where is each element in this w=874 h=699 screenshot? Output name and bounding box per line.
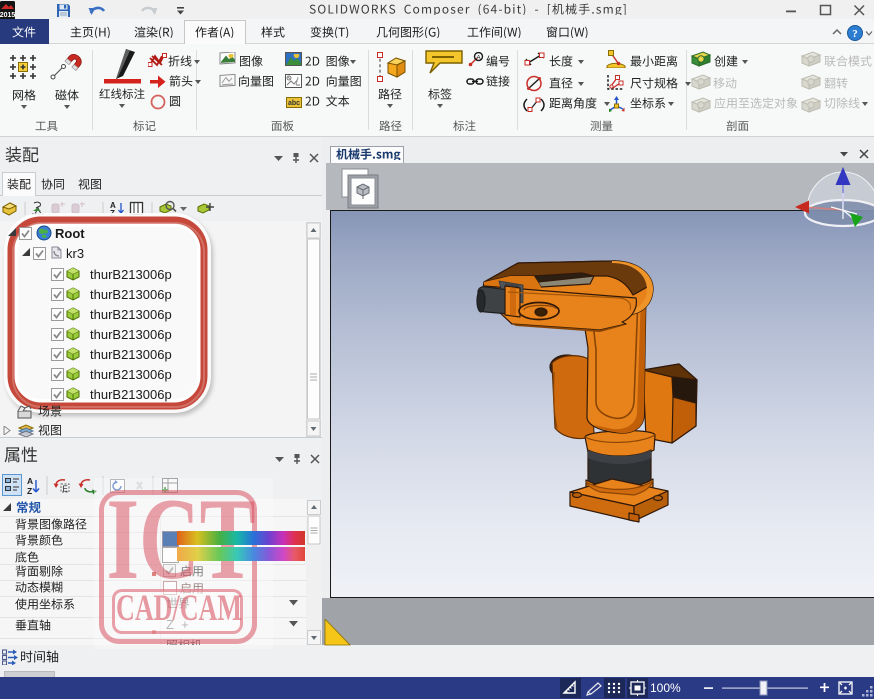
svg-text:CAD/CAM: CAD/CAM [116,592,242,626]
svg-text:Z: Z [27,486,32,496]
svg-text:A: A [27,476,33,486]
svg-text:E: E [63,485,68,494]
svg-text:abc: abc [288,100,300,107]
svg-text:A: A [476,55,481,62]
svg-text:?: ? [852,28,858,40]
svg-text:2015: 2015 [0,12,15,19]
